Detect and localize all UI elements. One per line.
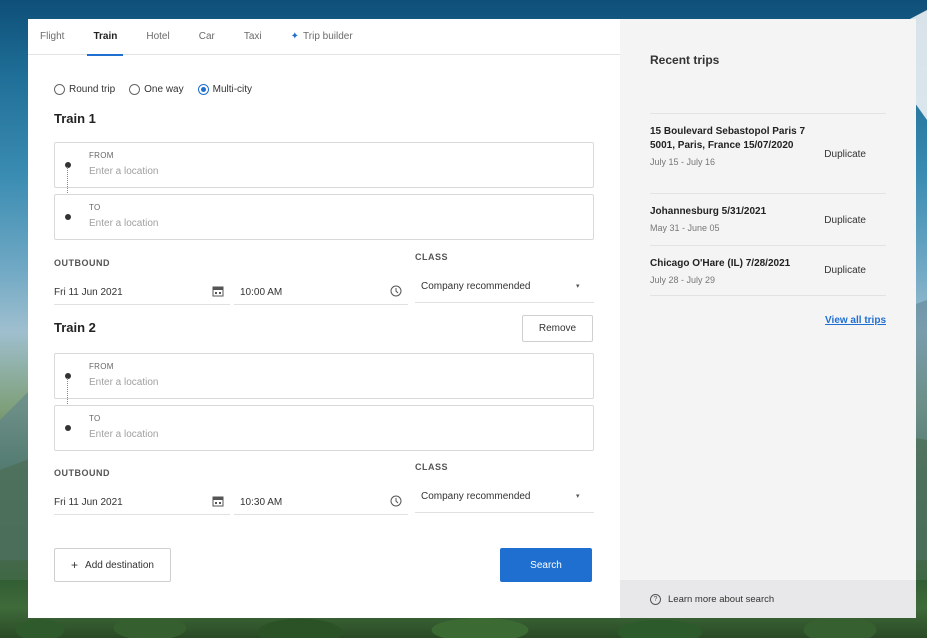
divider — [650, 295, 886, 296]
leg-2-class-select[interactable]: Company recommended ▾ — [415, 483, 594, 513]
time-value: 10:00 AM — [240, 287, 283, 298]
leg-1-time-picker[interactable]: 10:00 AM — [234, 279, 408, 305]
chevron-down-icon: ▾ — [576, 493, 580, 500]
recent-trip-item[interactable]: 15 Boulevard Sebastopol Paris 75001, Par… — [650, 125, 886, 167]
class-value: Company recommended — [421, 491, 531, 502]
leg-2-to-field[interactable]: TO Enter a location — [54, 405, 594, 451]
duplicate-button[interactable]: Duplicate — [824, 215, 866, 226]
tab-hotel[interactable]: Hotel — [146, 19, 169, 55]
from-label: FROM — [89, 362, 114, 371]
mode-tabs: Flight Train Hotel Car Taxi ✦ Trip builde… — [28, 19, 620, 56]
leg-2-date-picker[interactable]: Fri 11 Jun 2021 — [54, 489, 230, 515]
leg-2-title: Train 2 — [54, 320, 96, 335]
leg-1-from-field[interactable]: FROM Enter a location — [54, 142, 594, 188]
search-form-card: Flight Train Hotel Car Taxi ✦ Trip builde… — [28, 19, 620, 618]
leg-2-class-label: CLASS — [415, 462, 449, 472]
trip-name: Chicago O'Hare (IL) 7/28/2021 — [650, 258, 791, 269]
date-value: Fri 11 Jun 2021 — [54, 287, 123, 298]
tab-trip-builder[interactable]: ✦ Trip builder — [291, 19, 353, 55]
calendar-icon — [212, 496, 224, 507]
recent-trip-item[interactable]: Chicago O'Hare (IL) 7/28/2021 July 28 - … — [650, 257, 886, 285]
to-label: TO — [89, 203, 101, 212]
radio-circle — [129, 84, 141, 95]
origin-dot-icon — [65, 162, 71, 168]
radio-circle-selected — [197, 84, 209, 95]
radio-circle — [54, 84, 65, 95]
trip-name: 15 Boulevard Sebastopol Paris 75001, Par… — [650, 126, 806, 151]
radio-one-way[interactable]: One way — [129, 84, 184, 95]
leg-2-outbound-label: OUTBOUND — [54, 468, 110, 478]
trip-dates: July 28 - July 29 — [650, 275, 716, 285]
duplicate-button[interactable]: Duplicate — [824, 265, 866, 276]
divider — [650, 193, 886, 194]
destination-dot-icon — [65, 214, 71, 220]
class-value: Company recommended — [421, 281, 531, 292]
recent-trip-item[interactable]: Johannesburg 5/31/2021 May 31 - June 05 … — [650, 205, 886, 233]
tab-train[interactable]: Train — [87, 19, 124, 56]
radio-round-trip[interactable]: Round trip — [54, 84, 115, 95]
tab-trip-builder-label: Trip builder — [303, 30, 353, 42]
trip-type-selector: Round trip One way Multi-city — [54, 84, 266, 95]
from-placeholder: Enter a location — [89, 377, 159, 388]
tab-car[interactable]: Car — [199, 19, 215, 55]
question-icon: ? — [650, 593, 661, 605]
learn-more-link[interactable]: ? Learn more about search — [620, 580, 916, 618]
trip-name: Johannesburg 5/31/2021 — [650, 206, 767, 217]
leg-1-date-picker[interactable]: Fri 11 Jun 2021 — [54, 279, 230, 305]
divider — [650, 245, 886, 246]
radio-label: Multi-city — [212, 84, 253, 95]
to-placeholder: Enter a location — [89, 218, 159, 229]
remove-leg-button[interactable]: Remove — [522, 315, 593, 342]
tab-flight[interactable]: Flight — [40, 19, 64, 55]
calendar-icon — [212, 286, 224, 297]
leg-2-from-field[interactable]: FROM Enter a location — [54, 353, 594, 399]
from-label: FROM — [89, 151, 114, 160]
duplicate-button[interactable]: Duplicate — [824, 149, 866, 160]
clock-icon — [390, 495, 402, 507]
search-button[interactable]: Search — [500, 548, 592, 582]
to-placeholder: Enter a location — [89, 429, 159, 440]
learn-more-label: Learn more about search — [668, 593, 775, 605]
leg-1-to-field[interactable]: TO Enter a location — [54, 194, 594, 240]
time-value: 10:30 AM — [240, 497, 283, 508]
destination-dot-icon — [65, 425, 71, 431]
leg-2-time-picker[interactable]: 10:30 AM — [234, 489, 408, 515]
sparkle-icon: ✦ — [290, 30, 300, 42]
radio-label: One way — [144, 84, 184, 95]
recent-trips-panel: Recent trips 15 Boulevard Sebastopol Par… — [620, 19, 916, 618]
clock-icon — [390, 285, 402, 297]
add-destination-label: Add destination — [85, 559, 154, 571]
add-destination-button[interactable]: + Add destination — [54, 548, 171, 582]
leg-1-outbound-label: OUTBOUND — [54, 258, 110, 268]
recent-trips-title: Recent trips — [650, 53, 720, 67]
origin-dot-icon — [65, 373, 71, 379]
to-label: TO — [89, 414, 101, 423]
from-placeholder: Enter a location — [89, 166, 159, 177]
radio-multi-city[interactable]: Multi-city — [197, 84, 253, 95]
view-all-trips-link[interactable]: View all trips — [825, 315, 886, 326]
chevron-down-icon: ▾ — [576, 283, 580, 290]
leg-1-class-select[interactable]: Company recommended ▾ — [415, 273, 594, 303]
tab-taxi[interactable]: Taxi — [244, 19, 262, 55]
date-value: Fri 11 Jun 2021 — [54, 497, 123, 508]
radio-label: Round trip — [69, 84, 116, 95]
plus-icon: + — [71, 558, 79, 572]
divider — [650, 113, 886, 114]
leg-1-class-label: CLASS — [415, 252, 449, 262]
leg-1-title: Train 1 — [54, 111, 96, 126]
